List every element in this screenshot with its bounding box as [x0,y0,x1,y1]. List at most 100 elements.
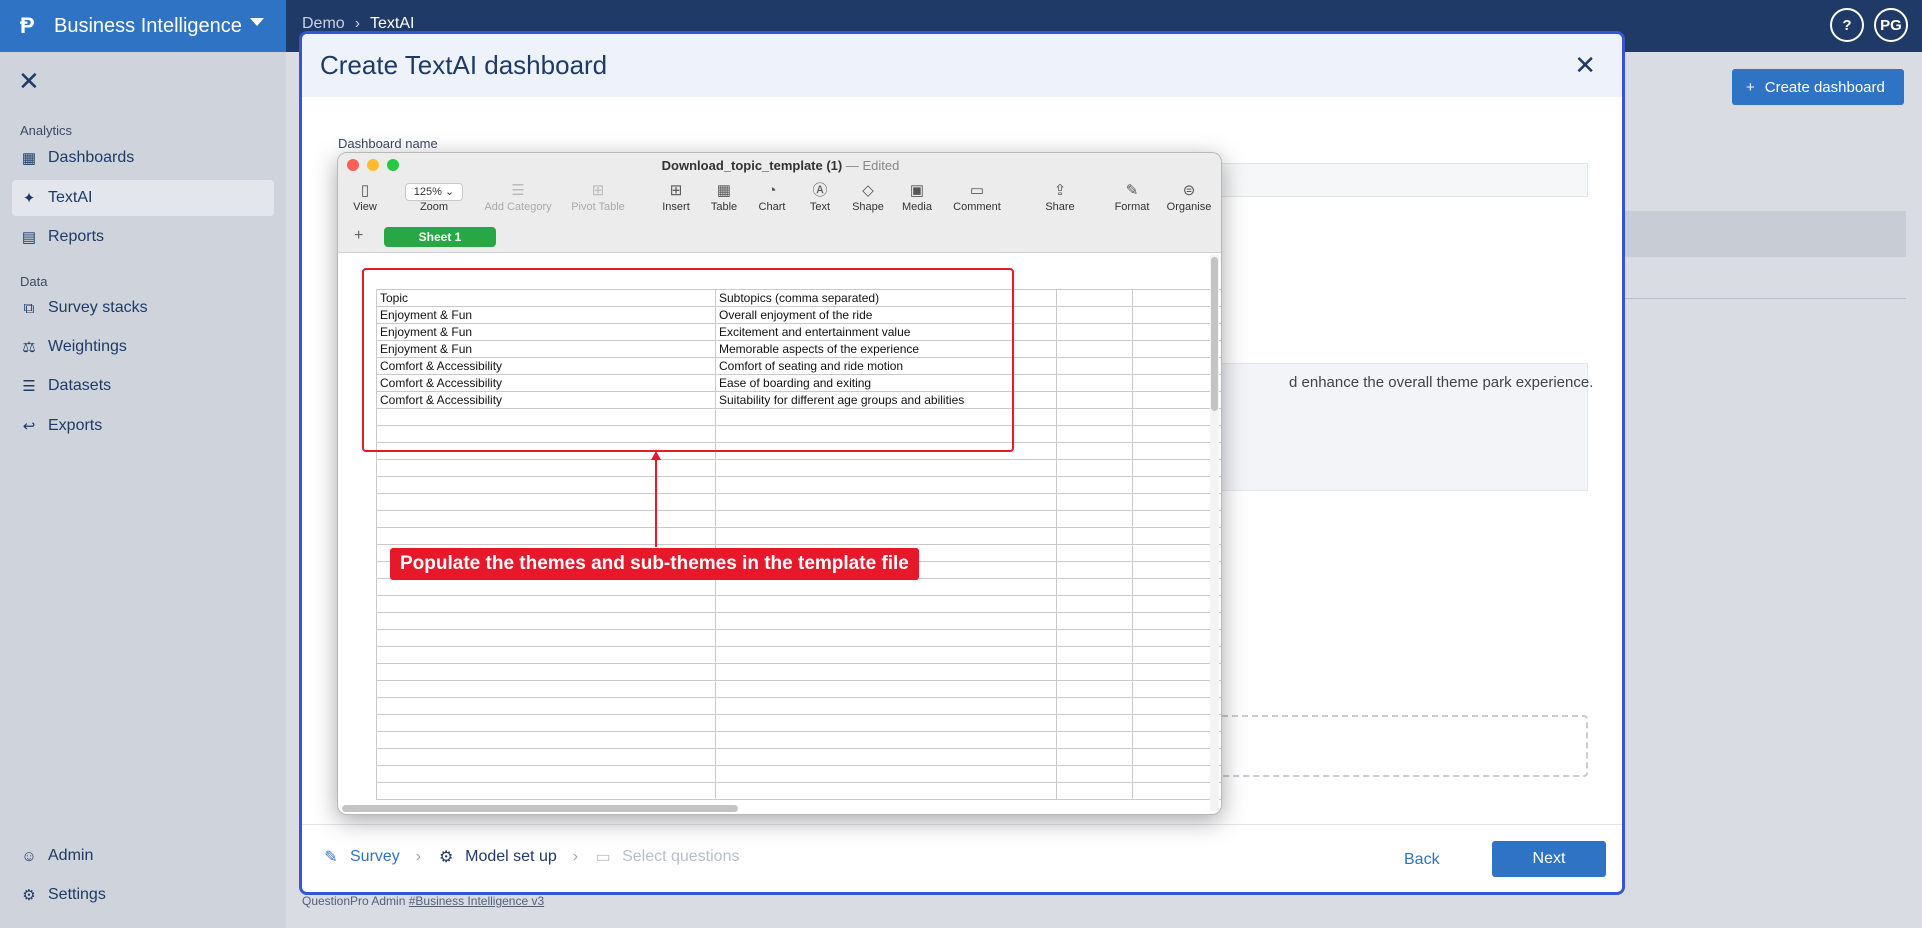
table-cell[interactable] [1056,510,1133,528]
table-cell[interactable] [1056,629,1133,647]
table-cell[interactable] [1056,680,1133,698]
table-cell[interactable] [376,476,716,494]
table-cell[interactable] [1132,646,1221,664]
table-cell[interactable] [1132,476,1221,494]
table-cell[interactable] [1056,663,1133,681]
table-cell[interactable] [1132,714,1221,732]
table-cell[interactable] [376,731,716,749]
sheet-tab[interactable]: Sheet 1 [384,227,496,247]
table-cell[interactable] [715,612,1057,630]
table-cell[interactable] [715,765,1057,783]
table-cell[interactable] [1056,289,1133,307]
table-cell[interactable] [1132,782,1221,800]
sidebar-item-datasets[interactable]: ☰ Datasets [12,368,274,404]
close-icon[interactable]: ✕ [18,66,40,97]
next-button[interactable]: Next [1492,841,1606,877]
table-cell[interactable] [715,731,1057,749]
table-cell[interactable] [1132,510,1221,528]
table-cell[interactable] [376,663,716,681]
table-cell[interactable] [715,527,1057,545]
table-cell[interactable] [715,680,1057,698]
step-model-setup[interactable]: ⚙ Model set up [437,847,557,867]
footer-link[interactable]: #Business Intelligence v3 [409,894,544,908]
table-cell[interactable] [376,748,716,766]
sidebar-item-textai[interactable]: ✦ TextAI [12,180,274,216]
table-cell[interactable] [376,578,716,596]
table-cell[interactable] [715,493,1057,511]
horizontal-scroll-thumb[interactable] [342,805,738,812]
vertical-scroll-thumb[interactable] [1211,257,1218,411]
sidebar-item-reports[interactable]: ▤ Reports [12,219,274,255]
sidebar-item-exports[interactable]: ↩ Exports [12,408,274,444]
create-dashboard-button[interactable]: + Create dashboard [1732,69,1904,105]
table-cell[interactable] [376,629,716,647]
sidebar-item-dashboards[interactable]: ▦ Dashboards [12,140,274,176]
table-cell[interactable] [1056,612,1133,630]
help-button[interactable]: ? [1830,8,1864,42]
table-cell[interactable] [1056,697,1133,715]
table-cell[interactable] [1132,306,1221,324]
table-cell[interactable] [1132,459,1221,477]
caret-down-icon[interactable] [250,18,264,26]
table-cell[interactable] [376,612,716,630]
table-cell[interactable] [1056,561,1133,579]
table-cell[interactable] [1056,493,1133,511]
table-cell[interactable] [1056,391,1133,409]
table-cell[interactable] [1056,340,1133,358]
table-cell[interactable] [1132,442,1221,460]
table-cell[interactable] [1132,680,1221,698]
table-cell[interactable] [1132,323,1221,341]
table-cell[interactable] [1132,544,1221,562]
format-button[interactable]: ✎ Format [1110,181,1154,213]
table-cell[interactable] [715,459,1057,477]
chart-button[interactable]: ◔ Chart [750,181,794,213]
table-cell[interactable] [715,663,1057,681]
step-survey[interactable]: ✎ Survey [322,847,400,867]
table-cell[interactable] [1056,357,1133,375]
zoom-button[interactable]: 125% ⌄ Zoom [394,181,474,213]
table-cell[interactable] [1056,425,1133,443]
table-cell[interactable] [1056,714,1133,732]
table-cell[interactable] [1132,612,1221,630]
organise-button[interactable]: ⊜ Organise [1162,181,1216,213]
table-cell[interactable] [715,578,1057,596]
table-cell[interactable] [1132,561,1221,579]
comment-button[interactable]: ▭ Comment [946,181,1008,213]
brand-switcher[interactable]: Ᵽ Business Intelligence [0,0,286,52]
table-cell[interactable] [1132,748,1221,766]
table-cell[interactable] [1132,663,1221,681]
table-cell[interactable] [1056,731,1133,749]
insert-button[interactable]: ⊞ Insert [654,181,698,213]
table-cell[interactable] [1132,765,1221,783]
table-cell[interactable] [376,459,716,477]
media-button[interactable]: ▣ Media [894,181,940,213]
table-cell[interactable] [1132,408,1221,426]
sidebar-item-weightings[interactable]: ⚖ Weightings [12,329,274,365]
table-cell[interactable] [1132,425,1221,443]
table-cell[interactable] [376,697,716,715]
text-button[interactable]: Ⓐ Text [798,181,842,213]
add-sheet-icon[interactable]: + [354,227,363,245]
table-cell[interactable] [1056,646,1133,664]
table-cell[interactable] [1132,595,1221,613]
back-button[interactable]: Back [1404,851,1440,869]
table-cell[interactable] [1056,442,1133,460]
close-icon[interactable]: ✕ [1574,50,1596,81]
table-cell[interactable] [376,714,716,732]
table-cell[interactable] [1056,748,1133,766]
table-cell[interactable] [376,510,716,528]
sidebar-item-survey-stacks[interactable]: ⧉ Survey stacks [12,290,274,326]
table-cell[interactable] [715,748,1057,766]
table-cell[interactable] [376,782,716,800]
table-cell[interactable] [1132,340,1221,358]
table-cell[interactable] [1056,782,1133,800]
zoom-select[interactable]: 125% ⌄ [405,183,463,201]
sidebar-item-settings[interactable]: ⚙ Settings [12,877,274,913]
table-cell[interactable] [1056,765,1133,783]
table-cell[interactable] [376,595,716,613]
table-cell[interactable] [715,476,1057,494]
avatar[interactable]: PG [1874,8,1908,42]
table-cell[interactable] [1132,289,1221,307]
table-cell[interactable] [1056,476,1133,494]
table-cell[interactable] [376,765,716,783]
